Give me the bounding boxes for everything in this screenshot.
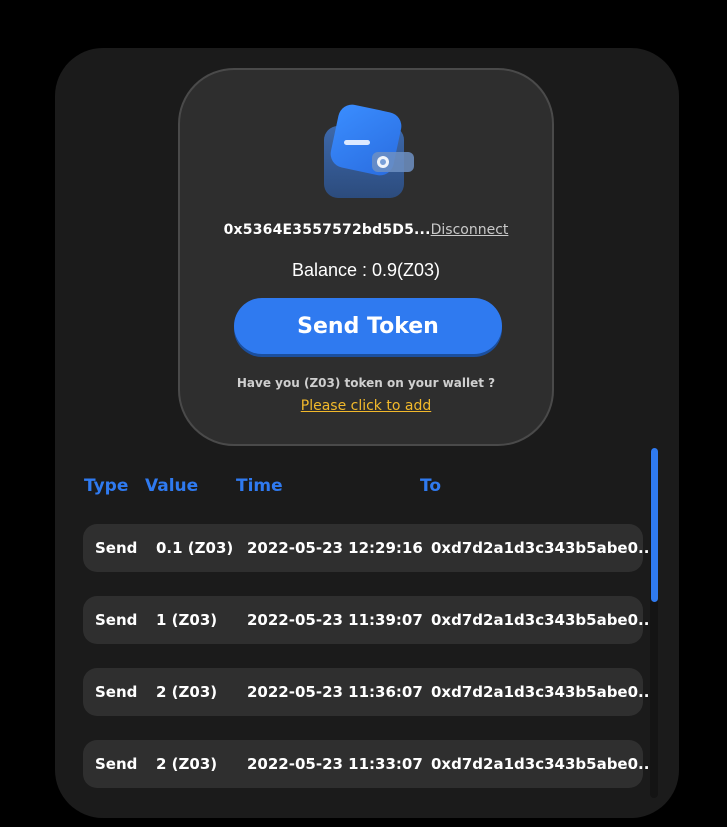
tx-type: Send bbox=[95, 755, 138, 773]
tx-to-address: 0xd7d2a1d3c343b5abe0... bbox=[431, 683, 656, 701]
disconnect-link[interactable]: Disconnect bbox=[431, 222, 509, 238]
header-type: Type bbox=[84, 476, 129, 496]
tx-type: Send bbox=[95, 539, 138, 557]
transaction-row[interactable]: Send 2 (Z03) 2022-05-23 11:36:07 0xd7d2a… bbox=[83, 668, 655, 716]
header-value: Value bbox=[145, 476, 199, 496]
tx-type: Send bbox=[95, 611, 138, 629]
header-to: To bbox=[420, 476, 442, 496]
tx-to-address: 0xd7d2a1d3c343b5abe0... bbox=[431, 755, 656, 773]
app-panel: 0x5364E3557572bd5D5...Disconnect Balance… bbox=[55, 48, 679, 818]
tx-value: 2 (Z03) bbox=[156, 683, 218, 701]
wallet-address: 0x5364E3557572bd5D5... bbox=[223, 222, 431, 238]
send-token-button[interactable]: Send Token bbox=[234, 298, 502, 354]
wallet-card: 0x5364E3557572bd5D5...Disconnect Balance… bbox=[178, 68, 554, 446]
tx-type: Send bbox=[95, 683, 138, 701]
tx-value: 2 (Z03) bbox=[156, 755, 218, 773]
add-token-link[interactable]: Please click to add bbox=[180, 398, 552, 414]
transactions-header: Type Value Time To bbox=[83, 474, 643, 498]
add-token-hint: Have you (Z03) token on your wallet ? bbox=[236, 376, 496, 390]
tx-time: 2022-05-23 11:39:07 bbox=[247, 611, 423, 629]
transaction-row[interactable]: Send 1 (Z03) 2022-05-23 11:39:07 0xd7d2a… bbox=[83, 596, 655, 644]
balance-text: Balance : 0.9(Z03) bbox=[291, 260, 441, 280]
wallet-icon bbox=[324, 104, 414, 198]
scrollbar-thumb[interactable] bbox=[651, 448, 658, 602]
tx-to-address: 0xd7d2a1d3c343b5abe0... bbox=[431, 539, 656, 557]
tx-value: 1 (Z03) bbox=[156, 611, 218, 629]
tx-value: 0.1 (Z03) bbox=[156, 539, 234, 557]
tx-to-address: 0xd7d2a1d3c343b5abe0... bbox=[431, 611, 656, 629]
header-time: Time bbox=[236, 476, 283, 496]
transactions-list: Send 0.1 (Z03) 2022-05-23 12:29:16 0xd7d… bbox=[83, 524, 655, 812]
wallet-address-row: 0x5364E3557572bd5D5...Disconnect bbox=[180, 222, 552, 238]
tx-time: 2022-05-23 11:33:07 bbox=[247, 755, 423, 773]
tx-time: 2022-05-23 11:36:07 bbox=[247, 683, 423, 701]
tx-time: 2022-05-23 12:29:16 bbox=[247, 539, 423, 557]
transaction-row[interactable]: Send 0.1 (Z03) 2022-05-23 12:29:16 0xd7d… bbox=[83, 524, 655, 572]
transaction-row[interactable]: Send 2 (Z03) 2022-05-23 11:33:07 0xd7d2a… bbox=[83, 740, 655, 788]
